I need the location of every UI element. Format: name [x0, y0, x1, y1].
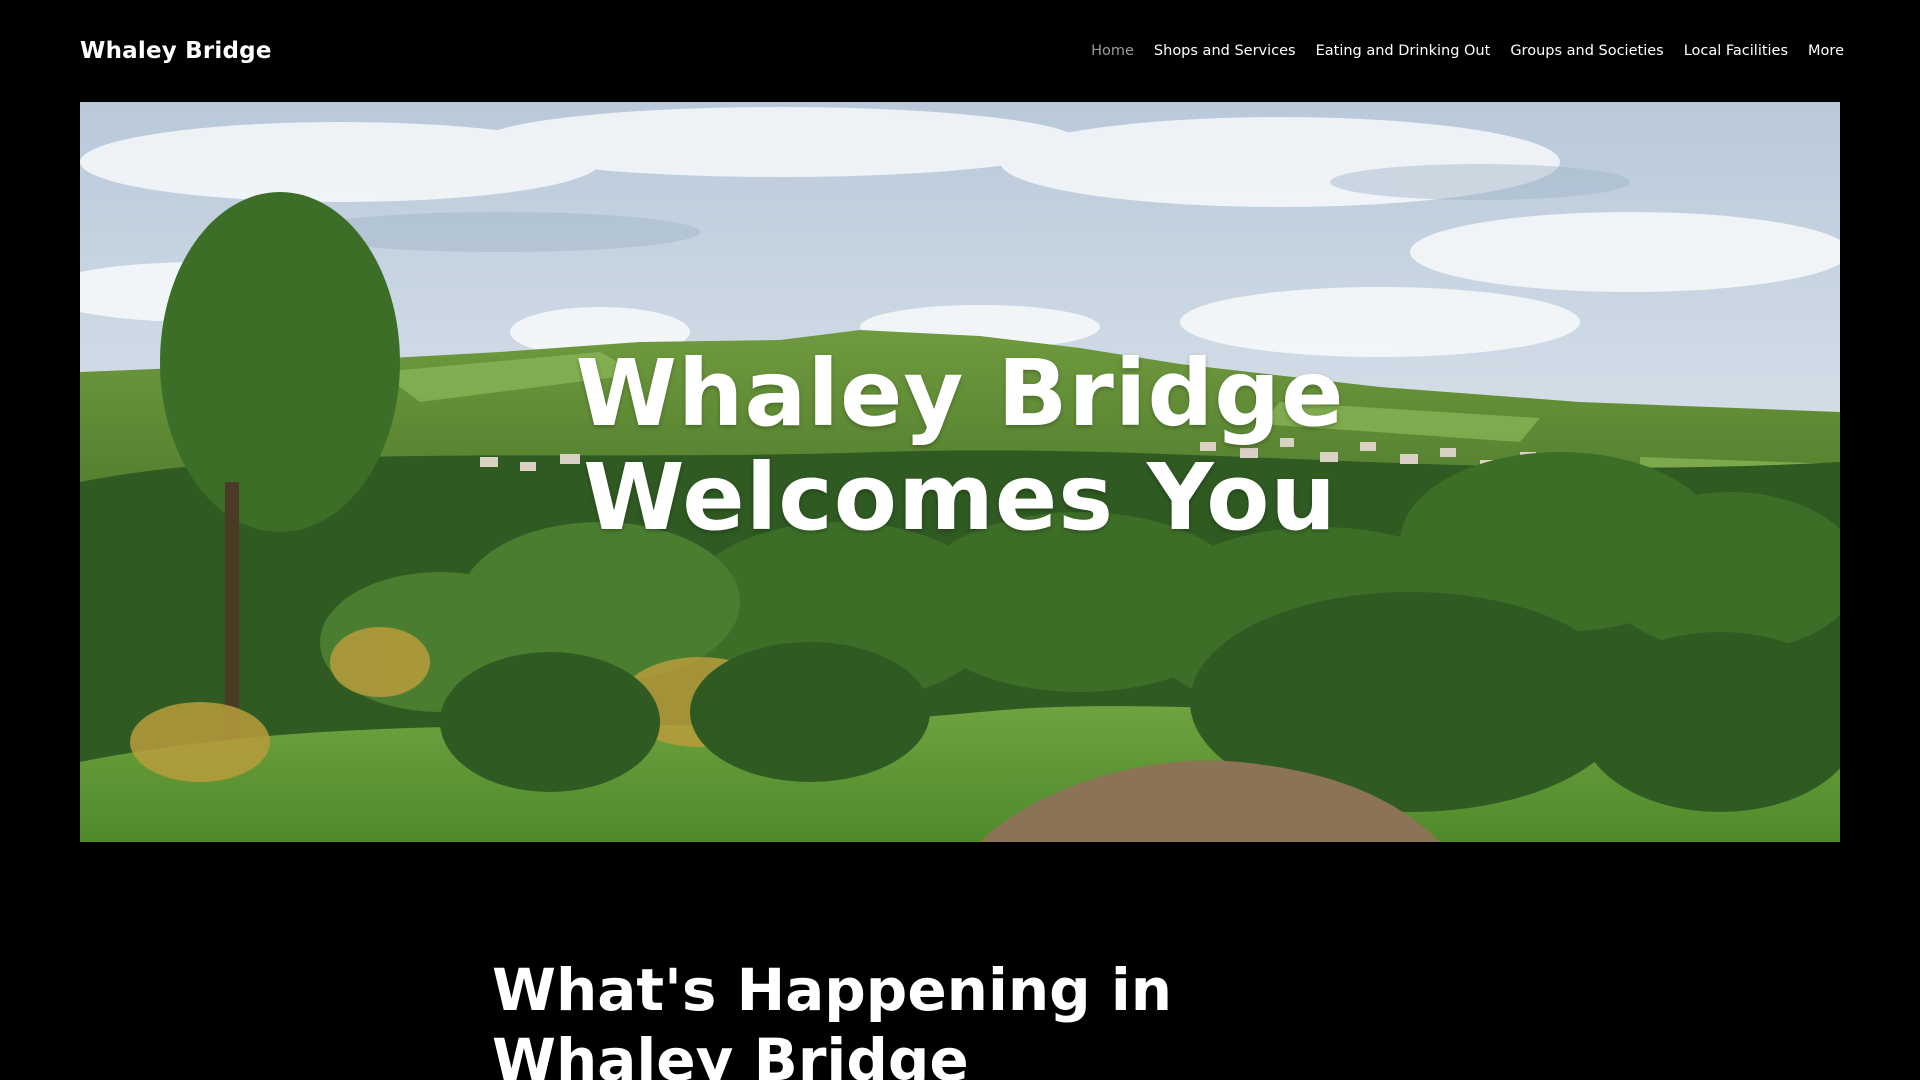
hero-heading: Whaley Bridge Welcomes You — [80, 342, 1840, 550]
nav-item-more[interactable]: More — [1798, 40, 1854, 62]
nav-item-local-facilities[interactable]: Local Facilities — [1674, 40, 1798, 62]
section-heading: What's Happening in Whaley Bridge — [492, 955, 1492, 1080]
section-heading-line-2: Whaley Bridge — [492, 1026, 969, 1080]
hero-banner: Whaley Bridge Welcomes You — [80, 102, 1840, 842]
hero-heading-line-2: Welcomes You — [583, 444, 1337, 551]
nav-item-shops-and-services[interactable]: Shops and Services — [1144, 40, 1306, 62]
page: Whaley Bridge Home Shops and Services Ea… — [0, 0, 1920, 1080]
site-title-link[interactable]: Whaley Bridge — [80, 36, 272, 66]
nav-item-groups-and-societies[interactable]: Groups and Societies — [1500, 40, 1673, 62]
main-nav: Home Shops and Services Eating and Drink… — [1081, 40, 1854, 62]
section-heading-line-1: What's Happening in — [492, 956, 1172, 1024]
nav-item-home[interactable]: Home — [1081, 40, 1144, 62]
hero-heading-line-1: Whaley Bridge — [575, 340, 1345, 447]
nav-item-eating-and-drinking-out[interactable]: Eating and Drinking Out — [1306, 40, 1501, 62]
